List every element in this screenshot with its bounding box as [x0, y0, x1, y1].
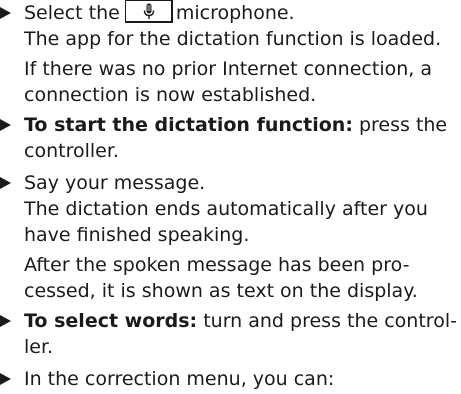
microphone-icon: [143, 3, 155, 19]
step-line: connection is now established.: [24, 84, 317, 106]
step-line: cessed, it is shown as text on the displ…: [24, 280, 418, 302]
step-text: Select the: [24, 2, 120, 24]
microphone-button-icon: [124, 0, 173, 23]
step-line: controller.: [24, 140, 119, 162]
step-line: To select words: turn and press the cont…: [24, 308, 457, 334]
bullet-arrow-icon: [0, 119, 11, 131]
step-line: To start the dictation function: press t…: [24, 112, 447, 138]
step-line: ler.: [24, 336, 54, 358]
step-line: After the spoken message has been pro-: [24, 254, 410, 276]
bullet-arrow-icon: [0, 7, 11, 19]
step-text: turn and press the control-: [197, 310, 457, 332]
step-text: press the: [352, 114, 448, 136]
step-line: The dictation ends automatically after y…: [24, 198, 428, 220]
bullet-arrow-icon: [0, 373, 11, 385]
step-line: If there was no prior Internet connectio…: [24, 58, 432, 80]
step-heading: To start the dictation function:: [24, 114, 353, 136]
step-text: microphone.: [175, 2, 295, 24]
step-line: have finished speaking.: [24, 224, 250, 246]
step-heading: To select words:: [24, 310, 198, 332]
step-line: Say your message.: [24, 172, 206, 194]
bullet-arrow-icon: [0, 177, 11, 189]
step-line: The app for the dictation function is lo…: [24, 28, 442, 50]
step-line: In the correction menu, you can:: [24, 368, 335, 390]
step-line: Select the microphone.: [24, 0, 295, 26]
bullet-arrow-icon: [0, 315, 11, 327]
